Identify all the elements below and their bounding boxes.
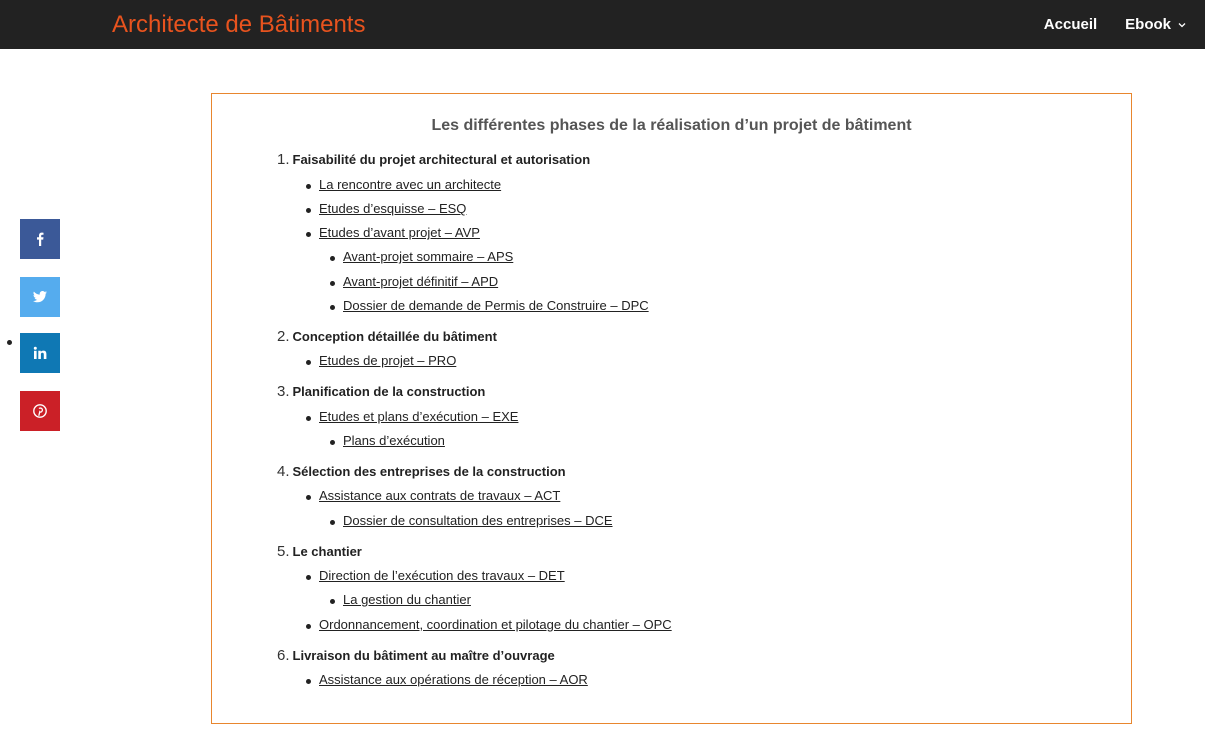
nav-item-label: Accueil	[1043, 16, 1098, 33]
list-item: La rencontre avec un architecte	[305, 177, 501, 192]
toc-link[interactable]: Avant-projet définitif – APD	[343, 274, 498, 289]
list-item: Avant-projet sommaire – APS	[329, 249, 513, 264]
section-number: 1.	[277, 151, 290, 168]
toc-title: Les différentes phases de la réalisation…	[431, 117, 912, 134]
facebook-icon	[37, 232, 44, 246]
section-title: Le chantier	[292, 544, 362, 559]
section-title: Sélection des entreprises de la construc…	[292, 464, 566, 479]
linkedin-share-button[interactable]	[7, 333, 60, 373]
list-item: Dossier de consultation des entreprises …	[330, 513, 613, 528]
toc-section-4: 4. Sélection des entreprises de la constr…	[277, 463, 566, 480]
section-number: 2.	[277, 328, 290, 345]
nav-item-ebook[interactable]: Ebook	[1125, 16, 1187, 33]
list-item: Assistance aux contrats de travaux – ACT	[305, 488, 560, 503]
toc-link[interactable]: Etudes d’esquisse – ESQ	[319, 201, 466, 216]
toc-link[interactable]: Ordonnancement, coordination et pilotage…	[319, 617, 672, 632]
list-item: Assistance aux opérations de réception –…	[306, 672, 588, 687]
twitter-share-button[interactable]	[20, 277, 60, 317]
toc-link[interactable]: Assistance aux contrats de travaux – ACT	[319, 488, 560, 503]
toc-link[interactable]: La gestion du chantier	[343, 592, 471, 607]
toc-section-3: 3. Planification de la construction	[277, 383, 485, 400]
list-item: La gestion du chantier	[330, 592, 471, 607]
list-item: Direction de l’exécution des travaux – D…	[306, 568, 565, 583]
section-title: Conception détaillée du bâtiment	[292, 329, 497, 344]
linkedin-icon	[33, 346, 47, 359]
twitter-icon	[33, 291, 47, 303]
section-number: 4.	[277, 463, 290, 480]
toc-link[interactable]: Etudes d’avant projet – AVP	[319, 225, 480, 240]
list-item: Plans d’exécution	[330, 433, 445, 448]
pinterest-share-button[interactable]	[20, 391, 60, 431]
section-number: 5.	[277, 543, 290, 560]
pinterest-icon	[33, 404, 47, 418]
toc-link[interactable]: Assistance aux opérations de réception –…	[319, 672, 588, 687]
toc-link[interactable]: Etudes et plans d’exécution – EXE	[319, 409, 518, 424]
list-item: Etudes de projet – PRO	[305, 353, 456, 368]
chevron-down-icon	[1178, 22, 1186, 27]
main-menu: Accueil Ebook	[1044, 0, 1205, 49]
section-number: 6.	[277, 647, 290, 664]
list-item: Etudes d’avant projet – AVP	[306, 225, 480, 240]
toc-section-1: 1. Faisabilité du projet architectural et…	[277, 151, 590, 168]
facebook-share-button[interactable]	[20, 219, 60, 259]
list-item: Etudes d’esquisse – ESQ	[305, 201, 466, 216]
toc-section-2: 2. Conception détaillée du bâtiment	[277, 328, 497, 345]
toc-link[interactable]: Dossier de consultation des entreprises …	[343, 513, 613, 528]
list-item: Ordonnancement, coordination et pilotage…	[306, 617, 672, 632]
toc-link[interactable]: Dossier de demande de Permis de Construi…	[343, 298, 649, 313]
section-title: Planification de la construction	[292, 384, 486, 399]
table-of-contents: Les différentes phases de la réalisation…	[211, 93, 1132, 724]
toc-link[interactable]: Avant-projet sommaire – APS	[343, 249, 513, 264]
toc-section-5: 5. Le chantier	[277, 543, 362, 560]
toc-link[interactable]: Etudes de projet – PRO	[319, 353, 456, 368]
toc-link[interactable]: Direction de l’exécution des travaux – D…	[319, 568, 565, 583]
section-number: 3.	[277, 383, 290, 400]
site-title-link[interactable]: Architecte de Bâtiments	[112, 10, 365, 40]
list-item: Dossier de demande de Permis de Construi…	[330, 298, 649, 313]
section-title: Livraison du bâtiment au maître d’ouvrag…	[292, 648, 555, 663]
section-title: Faisabilité du projet architectural et a…	[292, 152, 591, 167]
toc-link[interactable]: Plans d’exécution	[343, 433, 445, 448]
nav-item-accueil[interactable]: Accueil	[1044, 16, 1097, 33]
list-item: Avant-projet définitif – APD	[329, 274, 498, 289]
nav-item-label: Ebook	[1125, 16, 1171, 33]
list-item: Etudes et plans d’exécution – EXE	[305, 409, 518, 424]
toc-link[interactable]: La rencontre avec un architecte	[319, 177, 501, 192]
toc-section-6: 6. Livraison du bâtiment au maître d’ouvr…	[277, 647, 555, 664]
top-navigation-bar: Architecte de Bâtiments Accueil Ebook	[0, 0, 1205, 49]
